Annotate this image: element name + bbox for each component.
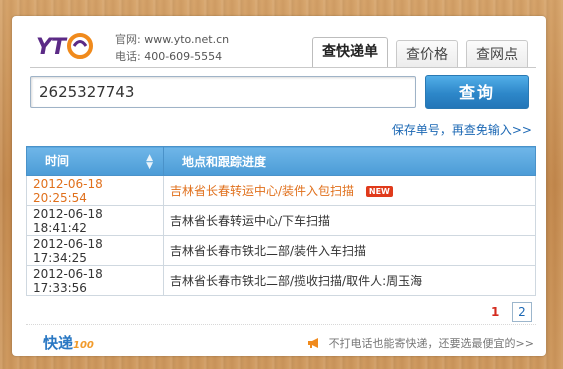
row-time: 2012-06-18 17:33:56: [26, 265, 164, 296]
megaphone-icon: [307, 338, 318, 348]
promo-link[interactable]: 不打电话也能寄快递，还要选最便宜的>>: [307, 335, 534, 351]
tab-track-package[interactable]: 查快递单: [312, 37, 388, 68]
contact-info: 官网: www.yto.net.cn 电话: 400-609-5554: [115, 31, 229, 65]
table-row: 2012-06-18 18:41:42 吉林省长春转运中心/下车扫描: [26, 205, 536, 236]
table-header-row: 时间 ▲ ▼ 地点和跟踪进度: [26, 146, 536, 176]
row-event: 吉林省长春转运中心/装件入包扫描 NEW: [163, 175, 536, 206]
page-current: 1: [490, 305, 500, 319]
search-button[interactable]: 查询: [425, 75, 529, 109]
table-row: 2012-06-18 17:33:56 吉林省长春市铁北二部/揽收扫描/取件人:…: [26, 265, 536, 296]
pagination: 1 2: [482, 302, 532, 322]
tab-divider: [30, 67, 536, 68]
tab-find-outlet[interactable]: 查网点: [466, 40, 528, 68]
kuaidi-logo-sub: 100: [73, 340, 94, 351]
row-time: 2012-06-18 18:41:42: [26, 205, 164, 236]
new-badge: NEW: [365, 186, 393, 197]
time-header-label: 时间: [45, 154, 70, 168]
tracking-widget: Y T 官网: www.yto.net.cn 电话: 400-609-5554 …: [12, 16, 546, 356]
website-row: 官网: www.yto.net.cn: [115, 31, 229, 48]
row-event: 吉林省长春市铁北二部/装件入车扫描: [163, 235, 536, 266]
location-column-header: 地点和跟踪进度: [163, 146, 536, 176]
sort-icon[interactable]: ▲ ▼: [146, 154, 153, 171]
tracking-number-input[interactable]: [30, 76, 416, 108]
tab-check-price[interactable]: 查价格: [396, 40, 458, 68]
footer-divider: [26, 324, 536, 325]
row-event-text: 吉林省长春转运中心/装件入包扫描: [170, 184, 355, 198]
table-row: 2012-06-18 20:25:54 吉林省长春转运中心/装件入包扫描 NEW: [26, 175, 536, 206]
promo-link-text: 不打电话也能寄快递，还要选最便宜的>>: [328, 337, 534, 350]
kuaidi-logo-text: 快递: [43, 334, 74, 352]
row-event: 吉林省长春市铁北二部/揽收扫描/取件人:周玉海: [163, 265, 536, 296]
phone-row: 电话: 400-609-5554: [115, 48, 229, 65]
save-number-link[interactable]: 保存单号，再查免输入>>: [392, 121, 532, 138]
time-column-header[interactable]: 时间 ▲ ▼: [26, 146, 164, 176]
phone-value: 400-609-5554: [144, 50, 223, 63]
yto-logo: Y T: [36, 33, 93, 60]
table-row: 2012-06-18 17:34:25 吉林省长春市铁北二部/装件入车扫描: [26, 235, 536, 266]
row-event: 吉林省长春转运中心/下车扫描: [163, 205, 536, 236]
phone-label: 电话:: [115, 50, 141, 63]
row-time: 2012-06-18 17:34:25: [26, 235, 164, 266]
kuaidi100-logo[interactable]: 快递100: [43, 332, 94, 353]
tracking-table: 时间 ▲ ▼ 地点和跟踪进度 2012-06-18 20:25:54 吉林省长春转…: [26, 146, 536, 296]
row-time: 2012-06-18 20:25:54: [26, 175, 164, 206]
website-value: www.yto.net.cn: [144, 33, 230, 46]
website-label: 官网:: [115, 33, 141, 46]
svg-text:T: T: [51, 35, 68, 60]
page-link-2[interactable]: 2: [512, 302, 532, 322]
